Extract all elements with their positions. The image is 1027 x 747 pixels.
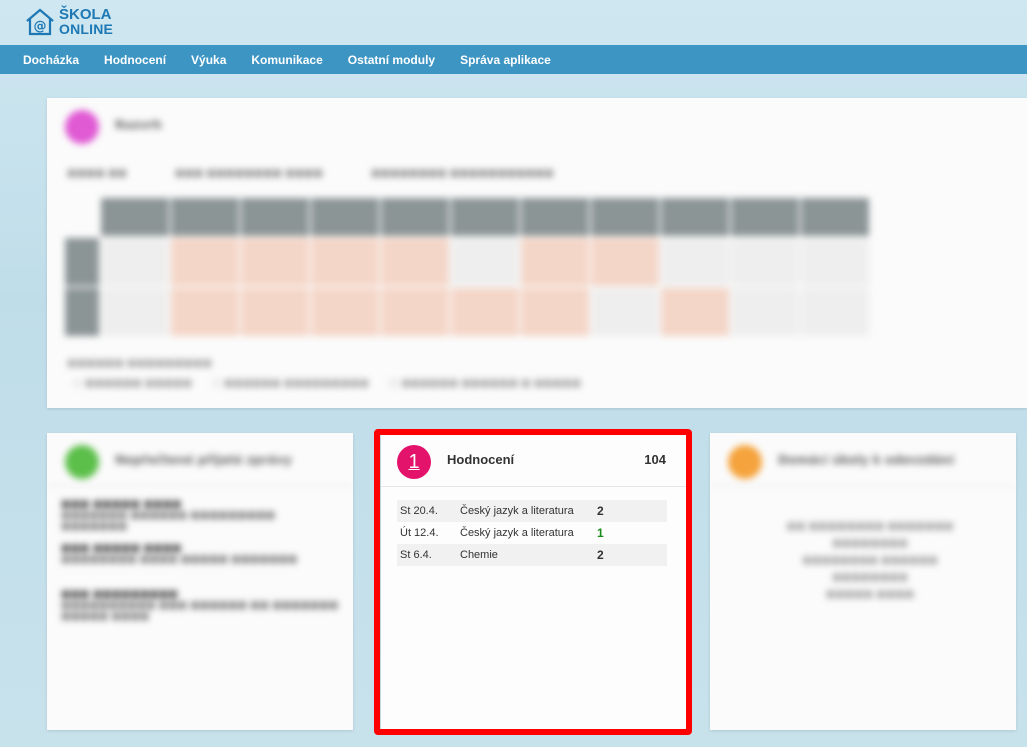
messages-title: Nepřečtené přijaté zprávy bbox=[115, 453, 292, 467]
main-nav: Docházka Hodnocení Výuka Komunikace Osta… bbox=[0, 45, 1027, 74]
nav-item-sprava-aplikace[interactable]: Správa aplikace bbox=[460, 53, 551, 67]
timetable-icon bbox=[65, 110, 99, 144]
homework-card: Domácí úkoly k odevzdání ■■ ■■■■■■■■ ■■■… bbox=[710, 433, 1016, 730]
nav-item-hodnoceni[interactable]: Hodnocení bbox=[104, 53, 166, 67]
logo-line2: ONLINE bbox=[59, 21, 114, 37]
house-at-icon: @ bbox=[26, 8, 54, 36]
timetable-grid bbox=[65, 198, 871, 338]
message-item[interactable]: ■■■ ■■■■■■■■■ ■■■■■■■■■■ ■■■ ■■■■■■ ■■ ■■… bbox=[61, 589, 341, 622]
homework-title: Domácí úkoly k odevzdání bbox=[778, 453, 955, 467]
logo-text: ŠKOLA ONLINE bbox=[59, 6, 114, 37]
highlight-frame bbox=[374, 429, 692, 735]
message-item[interactable]: ■■■ ■■■■■ ■■■■ ■■■■■■■ ■■■■■■ ■■■■■■■■■ ■… bbox=[61, 499, 341, 532]
messages-blur-layer: Nepřečtené přijaté zprávy ■■■ ■■■■■ ■■■■… bbox=[47, 433, 353, 730]
timetable-card: Rozvrh ■■■■ ■■ ■■■ ■■■■■■■■ ■■■■ ■■■■■■■■ … bbox=[47, 98, 1027, 408]
timetable-blur-layer: Rozvrh ■■■■ ■■ ■■■ ■■■■■■■■ ■■■■ ■■■■■■■■ … bbox=[47, 98, 1027, 408]
nav-item-dochazka[interactable]: Docházka bbox=[23, 53, 79, 67]
timetable-title: Rozvrh bbox=[115, 118, 162, 132]
timetable-row bbox=[65, 288, 871, 336]
homework-icon bbox=[728, 445, 762, 479]
nav-item-vyuka[interactable]: Výuka bbox=[191, 53, 226, 67]
skola-online-logo[interactable]: @ ŠKOLA ONLINE bbox=[24, 6, 113, 38]
messages-icon bbox=[65, 445, 99, 479]
app-header: @ ŠKOLA ONLINE bbox=[0, 0, 1027, 45]
message-item[interactable]: ■■■ ■■■■■ ■■■■ ■■■■■■■■ ■■■■ ■■■■■ ■■■■■■… bbox=[61, 543, 341, 565]
nav-item-komunikace[interactable]: Komunikace bbox=[251, 53, 322, 67]
timetable-legend-title: ■■■■■■ ■■■■■■■■■ bbox=[67, 358, 212, 369]
svg-text:@: @ bbox=[34, 19, 47, 34]
nav-item-ostatni-moduly[interactable]: Ostatní moduly bbox=[348, 53, 435, 67]
timetable-meta: ■■■■ ■■ ■■■ ■■■■■■■■ ■■■■ ■■■■■■■■ ■■■■■■■… bbox=[67, 168, 554, 179]
timetable-legend: ○ ■■■■■■ ■■■■■ ○ ■■■■■■ ■■■■■■■■■ □ ■■■■■■… bbox=[73, 378, 582, 389]
homework-empty-text: ■■ ■■■■■■■■ ■■■■■■■ ■■■■■■■■ ■■■■■■■■ ■■■… bbox=[786, 521, 954, 600]
messages-card: Nepřečtené přijaté zprávy ■■■ ■■■■■ ■■■■… bbox=[47, 433, 353, 730]
timetable-header-row bbox=[65, 198, 871, 236]
timetable-row bbox=[65, 238, 871, 286]
logo-line1: ŠKOLA bbox=[59, 6, 112, 23]
homework-blur-layer: Domácí úkoly k odevzdání ■■ ■■■■■■■■ ■■■… bbox=[710, 433, 1016, 730]
